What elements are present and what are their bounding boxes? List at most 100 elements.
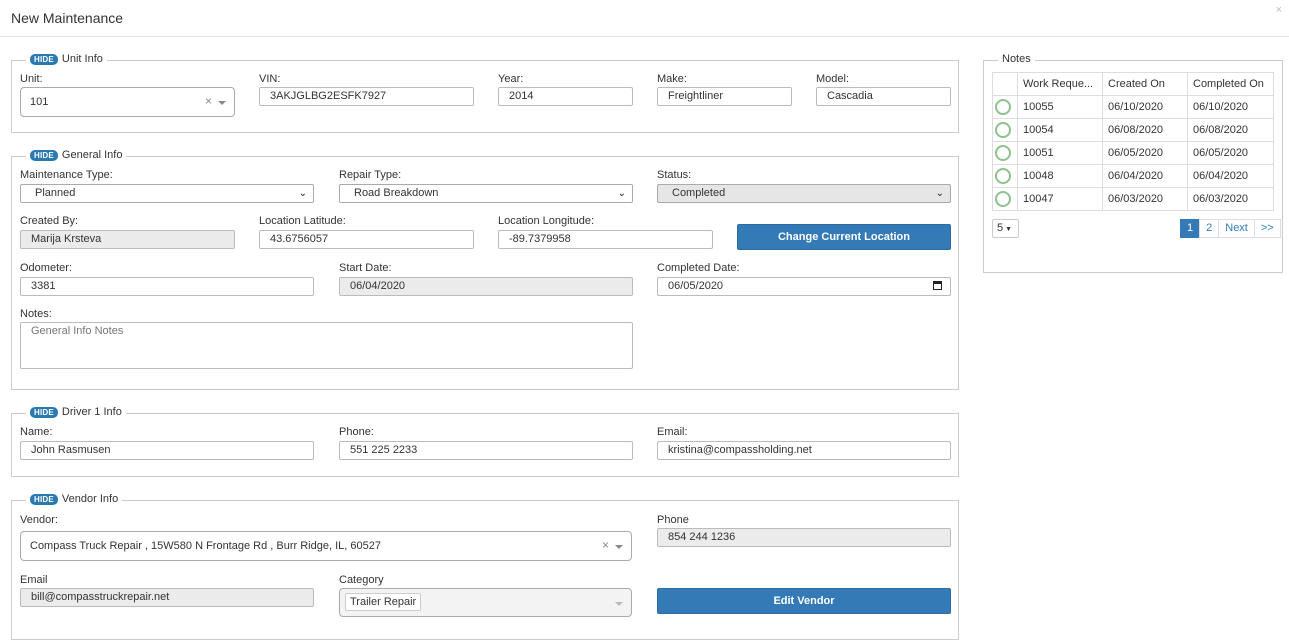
odometer-input[interactable]: 3381 [20,277,314,296]
notes-textarea[interactable]: General Info Notes [20,322,633,369]
status-circle-icon [995,191,1011,207]
vendor-label: Vendor: [20,514,58,526]
completed-on-cell: 06/08/2020 [1187,118,1274,142]
created-by-label: Created By: [20,215,79,227]
notes-panel-title: Notes [1002,53,1031,65]
unit-select[interactable]: 101 × [20,87,235,117]
vendor-info-hide-button[interactable]: HIDE [30,493,58,505]
driver-name-label: Name: [20,426,53,438]
notes-label: Notes: [20,308,52,320]
modal-title: New Maintenance [11,10,124,26]
driver-email-input[interactable]: kristina@compassholding.net [657,441,951,460]
created-on-cell: 06/05/2020 [1102,141,1188,165]
status-cell [992,141,1018,165]
driver-info-hide-button[interactable]: HIDE [30,406,58,418]
notes-panel: Notes Work Reque... Created On Completed… [983,53,1283,273]
edit-vendor-button[interactable]: Edit Vendor [657,588,951,614]
next-page-link[interactable]: Next [1218,219,1255,238]
driver-name-input[interactable]: John Rasmusen [20,441,314,460]
pagination: 1 2 Next >> [1180,219,1281,238]
category-select[interactable]: Trailer Repair [339,588,632,617]
latitude-input[interactable]: 43.6756057 [259,230,474,249]
driver-info-legend: HIDE Driver 1 Info [26,406,126,418]
driver-info-title: Driver 1 Info [61,406,122,418]
vendor-select[interactable]: Compass Truck Repair , 15W580 N Frontage… [20,531,632,561]
general-info-title: General Info [61,149,123,161]
status-label: Status: [657,169,692,181]
maintenance-type-select[interactable]: Planned ⌄ [20,184,314,203]
unit-value: 101 [30,96,49,108]
vendor-email-label: Email [20,574,48,586]
status-value: Completed [672,187,726,199]
driver-phone-label: Phone: [339,426,374,438]
completed-date-value: 06/05/2020 [668,280,724,292]
year-label: Year: [498,73,524,85]
created-on-cell: 06/08/2020 [1102,118,1188,142]
table-row[interactable]: 10048 06/04/2020 06/04/2020 [992,164,1274,188]
repair-type-select[interactable]: Road Breakdown ⌄ [339,184,633,203]
table-header-row: Work Reque... Created On Completed On [992,72,1274,96]
status-cell [992,187,1018,211]
year-input[interactable]: 2014 [498,87,633,106]
table-row[interactable]: 10055 06/10/2020 06/10/2020 [992,95,1274,119]
category-label: Category [339,574,384,586]
vendor-clear-icon[interactable]: × [602,538,609,552]
unit-info-legend: HIDE Unit Info [26,53,107,65]
page-1-link[interactable]: 1 [1180,219,1201,238]
table-row[interactable]: 10051 06/05/2020 06/05/2020 [992,141,1274,165]
general-info-section: HIDE General Info Maintenance Type: Plan… [11,149,959,390]
unit-info-section: HIDE Unit Info Unit: 101 × VIN: 3AKJGLBG… [11,53,959,133]
column-header-completed-on[interactable]: Completed On [1187,72,1274,96]
vendor-dropdown-icon[interactable] [615,545,623,549]
driver-info-section: HIDE Driver 1 Info Name: John Rasmusen P… [11,406,959,477]
table-row[interactable]: 10054 06/08/2020 06/08/2020 [992,118,1274,142]
chevron-down-icon: ⌄ [617,188,626,199]
vin-input[interactable]: 3AKJGLBG2ESFK7927 [259,87,474,106]
notes-table: Work Reque... Created On Completed On 10… [992,72,1274,211]
unit-dropdown-icon[interactable] [218,101,226,105]
unit-info-hide-button[interactable]: HIDE [30,53,58,65]
header-divider [0,36,1289,37]
longitude-input[interactable]: -89.7379958 [498,230,713,249]
repair-type-label: Repair Type: [339,169,402,181]
completed-date-input[interactable]: 06/05/2020 [657,277,951,296]
category-dropdown-icon[interactable] [615,602,623,606]
longitude-label: Location Longitude: [498,215,595,227]
column-header-created-on[interactable]: Created On [1102,72,1188,96]
status-select[interactable]: Completed ⌄ [657,184,951,203]
table-row[interactable]: 10047 06/03/2020 06/03/2020 [992,187,1274,211]
driver-email-label: Email: [657,426,688,438]
column-header-work-request[interactable]: Work Reque... [1017,72,1103,96]
vendor-phone-label: Phone [657,514,689,526]
status-cell [992,95,1018,119]
model-label: Model: [816,73,850,85]
vendor-info-title: Vendor Info [61,493,119,505]
calendar-icon[interactable] [933,281,942,290]
odometer-label: Odometer: [20,262,72,274]
created-on-cell: 06/10/2020 [1102,95,1188,119]
work-request-cell: 10051 [1017,141,1103,165]
general-info-legend: HIDE General Info [26,149,127,161]
created-on-cell: 06/04/2020 [1102,164,1188,188]
driver-phone-input[interactable]: 551 225 2233 [339,441,633,460]
last-page-link[interactable]: >> [1253,219,1281,238]
page-size-select[interactable]: 5 ▼ [992,219,1019,238]
make-input[interactable]: Freightliner [657,87,792,106]
created-by-input: Marija Krsteva [20,230,235,249]
unit-info-title: Unit Info [61,53,103,65]
general-info-hide-button[interactable]: HIDE [30,149,58,161]
caret-down-icon: ▼ [1005,226,1013,233]
page-size-value: 5 [997,222,1004,234]
work-request-cell: 10048 [1017,164,1103,188]
chevron-down-icon: ⌄ [298,188,307,199]
status-cell [992,118,1018,142]
notes-panel-legend: Notes [998,53,1035,65]
close-icon[interactable]: × [1276,4,1282,16]
model-input[interactable]: Cascadia [816,87,951,106]
unit-clear-icon[interactable]: × [205,94,212,108]
change-location-button[interactable]: Change Current Location [737,224,951,250]
page-2-link[interactable]: 2 [1199,219,1220,238]
completed-on-cell: 06/05/2020 [1187,141,1274,165]
work-request-cell: 10054 [1017,118,1103,142]
work-request-cell: 10055 [1017,95,1103,119]
